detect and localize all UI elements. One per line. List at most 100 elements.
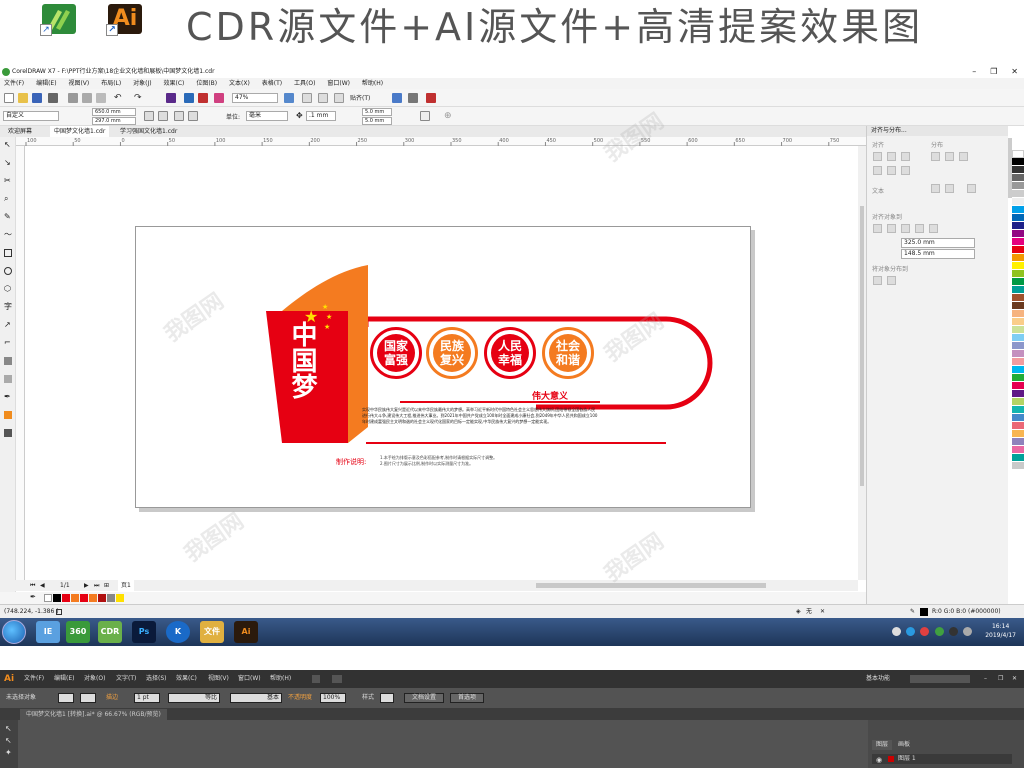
swatch[interactable] (1012, 174, 1024, 182)
swatch[interactable] (1012, 302, 1024, 310)
menu-bitmaps[interactable]: 位图(B) (196, 80, 217, 87)
swatch-orange[interactable] (71, 594, 79, 602)
menu-help[interactable]: 帮助(H) (362, 80, 383, 87)
opacity-field[interactable]: 100% (320, 693, 346, 703)
arrange-documents-icon[interactable] (332, 675, 342, 683)
ai-minimize-button[interactable]: – (984, 670, 987, 688)
selection-tool-icon[interactable]: ↖ (5, 724, 12, 733)
import-icon[interactable] (184, 93, 194, 103)
taskbar-app-illustrator[interactable]: Ai (234, 621, 258, 643)
swatch[interactable] (1012, 334, 1024, 342)
swatch[interactable] (1012, 438, 1024, 446)
close-button[interactable]: ✕ (1011, 67, 1018, 76)
tab-study-power[interactable]: 学习强国文化墙1.cdr (116, 126, 181, 137)
shape-tool-icon[interactable]: ↘ (4, 159, 12, 167)
swatch[interactable] (1012, 430, 1024, 438)
swatch-yellow[interactable] (116, 594, 124, 602)
page-artboard[interactable]: ★ ★ ★ ★ 中国梦 国家 富强 民族 复兴 人民 幸福 社会 和谐 伟大意义 实现中… (135, 226, 751, 508)
zoom-level-select[interactable]: 47% (232, 93, 278, 103)
smart-fill-icon[interactable] (4, 429, 12, 437)
swatch[interactable] (1012, 246, 1024, 254)
taskbar-app-photoshop[interactable]: Ps (132, 621, 156, 643)
align-right-icon[interactable] (901, 152, 910, 161)
duplicate-y-field[interactable]: 5.0 mm (362, 117, 392, 125)
swatch[interactable] (1012, 294, 1024, 302)
swatch[interactable] (1012, 350, 1024, 358)
ai-menu-effect[interactable]: 效果(C) (176, 670, 197, 688)
nudge-distance-field[interactable]: .1 mm (306, 111, 336, 121)
page-width-field[interactable]: 650.0 mm (92, 108, 136, 116)
swatch[interactable] (1012, 222, 1024, 230)
swatch[interactable] (1012, 278, 1024, 286)
launcher-dropdown-icon[interactable] (426, 93, 436, 103)
tab-welcome[interactable]: 欢迎屏幕 (4, 126, 36, 137)
swatch[interactable] (1012, 398, 1024, 406)
swatch[interactable] (1012, 270, 1024, 278)
swatch[interactable] (1012, 342, 1024, 350)
rectangle-tool-icon[interactable] (4, 249, 12, 257)
swatch[interactable] (1012, 190, 1024, 198)
swatch-black[interactable] (53, 594, 61, 602)
search-field[interactable] (910, 675, 970, 683)
align-middle-icon[interactable] (887, 166, 896, 175)
active-objects-icon[interactable] (873, 224, 882, 233)
swatch[interactable] (1012, 262, 1024, 270)
swatch[interactable] (1012, 382, 1024, 390)
polygon-tool-icon[interactable]: ⬡ (4, 285, 12, 293)
ellipse-tool-icon[interactable] (4, 267, 12, 275)
page-height-field[interactable]: 297.0 mm (92, 117, 136, 125)
prev-page-icon[interactable]: ◀ (40, 580, 45, 591)
direct-selection-icon[interactable]: ↖ (5, 736, 12, 745)
menu-layout[interactable]: 布局(L) (101, 80, 121, 87)
swatch[interactable] (1012, 326, 1024, 334)
ai-menu-file[interactable]: 文件(F) (24, 670, 44, 688)
crop-tool-icon[interactable]: ✂ (4, 177, 12, 185)
vertical-ruler[interactable] (16, 146, 25, 580)
preferences-button[interactable]: 首选项 (450, 693, 484, 703)
portrait-icon[interactable] (144, 111, 154, 121)
landscape-icon[interactable] (158, 111, 168, 121)
page-tab[interactable]: 页1 (118, 580, 134, 591)
swatch[interactable] (1012, 406, 1024, 414)
horizontal-ruler[interactable]: 100 50 0 50 100 150 200 250 300 350 400 450 500 550 60… (16, 137, 866, 146)
duplicate-x-field[interactable]: 5.0 mm (362, 108, 392, 116)
swatch[interactable] (1012, 286, 1024, 294)
brush-definition-select[interactable]: 基本 (230, 693, 282, 703)
swatch[interactable] (1012, 238, 1024, 246)
tray-icon[interactable] (891, 627, 901, 636)
swatch[interactable] (1012, 214, 1024, 222)
workspace-switcher[interactable]: 基本功能 (866, 670, 890, 688)
artboards-tab[interactable]: 画板 (894, 740, 914, 750)
undo-icon[interactable]: ↶ (114, 93, 124, 103)
swatch[interactable] (1012, 446, 1024, 454)
ai-restore-button[interactable]: ❐ (998, 670, 1003, 688)
snap-to-menu[interactable]: 贴齐(T) (350, 93, 370, 102)
start-button[interactable] (2, 620, 26, 644)
transparency-icon[interactable] (4, 375, 12, 383)
swatch[interactable] (1012, 422, 1024, 430)
tray-icon[interactable] (906, 627, 916, 636)
ai-menu-help[interactable]: 帮助(H) (270, 670, 291, 688)
visibility-eye-icon[interactable]: ◉ (876, 755, 882, 765)
page-center-icon[interactable] (901, 224, 910, 233)
tray-icon[interactable] (934, 627, 944, 636)
align-center-icon[interactable] (887, 152, 896, 161)
swatch-black[interactable] (1012, 158, 1024, 166)
swatch[interactable] (1012, 182, 1024, 190)
current-page-icon[interactable] (188, 111, 198, 121)
stroke-weight-field[interactable]: 1 pt (134, 693, 160, 703)
ai-menu-object[interactable]: 对象(O) (84, 670, 105, 688)
bridge-icon[interactable] (312, 675, 320, 683)
pick-tool-icon[interactable]: ↖ (4, 141, 12, 149)
swatch[interactable] (1012, 358, 1024, 366)
freehand-tool-icon[interactable]: ✎ (4, 213, 12, 221)
parallel-dimension-icon[interactable]: ↗ (4, 321, 12, 329)
distribute-left-icon[interactable] (931, 152, 940, 161)
scroll-thumb[interactable] (860, 206, 864, 486)
stroke-color-swatch[interactable] (80, 693, 96, 703)
copy-icon[interactable] (82, 93, 92, 103)
distribute-center-icon[interactable] (945, 152, 954, 161)
swatch[interactable] (1012, 414, 1024, 422)
save-icon[interactable] (32, 93, 42, 103)
swatch-white[interactable] (1012, 150, 1024, 158)
